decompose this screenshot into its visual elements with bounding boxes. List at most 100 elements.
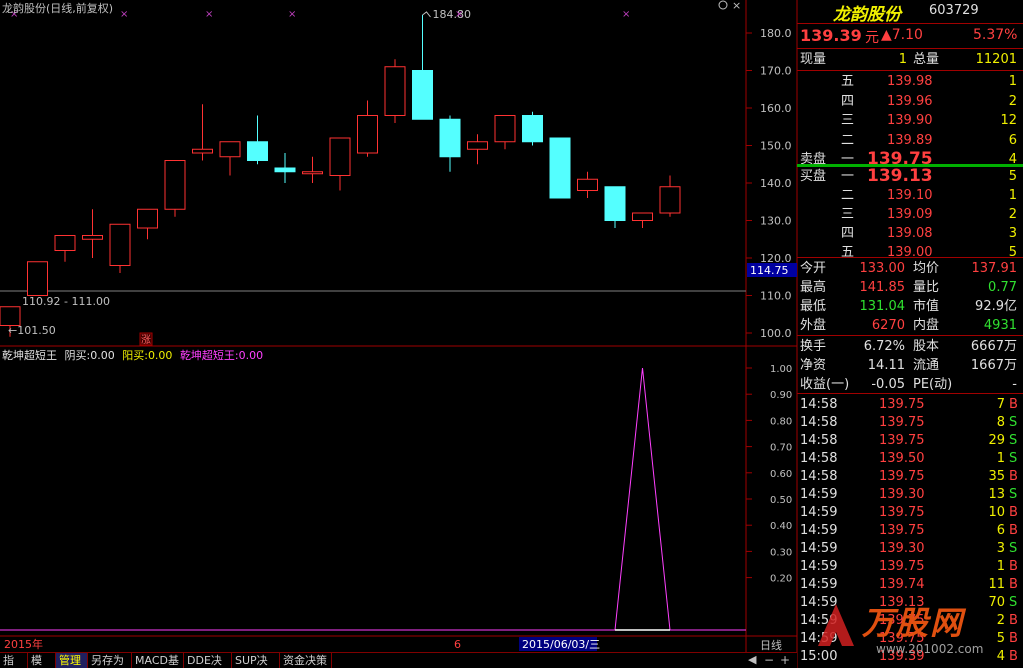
tick-row: 14:59 139.75 6 B xyxy=(797,521,1021,540)
tab-2[interactable]: 管理 xyxy=(56,653,88,668)
indicator-legend: 乾坤超短王 阴买:0.00 阳买:0.00 乾坤超短王:0.00 xyxy=(2,347,263,363)
tick-time: 14:58 xyxy=(800,433,838,448)
tab-0[interactable]: 指标 xyxy=(0,653,28,668)
indicator-name: 乾坤超短王 xyxy=(2,349,57,362)
tick-time: 14:59 xyxy=(800,505,838,520)
period-label[interactable]: 日线 xyxy=(760,637,782,653)
candle xyxy=(0,306,21,326)
stat-value: 6270 xyxy=(871,318,905,333)
tab-3[interactable]: 另存为 xyxy=(88,653,132,668)
tick-volume: 35 xyxy=(988,469,1005,484)
tick-volume: 3 xyxy=(996,541,1005,556)
stat-row: 最高 141.85 量比 0.77 xyxy=(797,278,1021,297)
tick-volume: 13 xyxy=(988,487,1005,502)
stat-value: 4931 xyxy=(983,318,1017,333)
scroll-left-icon[interactable]: ◀ xyxy=(748,653,756,666)
stat-label: 流通 xyxy=(913,358,940,373)
tick-price: 139.30 xyxy=(879,541,925,556)
stat-value: 131.04 xyxy=(859,299,906,314)
buy-price: 139.13 xyxy=(867,166,933,186)
tick-volume: 29 xyxy=(988,433,1005,448)
tick-side: S xyxy=(1009,541,1018,556)
stat-value: - xyxy=(1012,377,1017,392)
buy-volume: 2 xyxy=(1008,207,1017,222)
stat-label: 净资 xyxy=(800,358,827,373)
tick-price: 139.75 xyxy=(879,397,925,412)
buy-row: 二 139.10 1 xyxy=(797,186,1021,205)
zoom-out-icon[interactable]: − xyxy=(764,653,774,667)
marker-icon: × xyxy=(288,9,296,20)
range-annotation: 110.92 - 111.00 xyxy=(22,295,110,308)
marker-icon: × xyxy=(120,9,128,20)
sell-level-label: 四 xyxy=(841,93,855,109)
sell-volume: 2 xyxy=(1008,93,1017,109)
candle xyxy=(604,186,626,221)
stat-value: 1667万 xyxy=(970,358,1017,373)
stat-value: 6.72% xyxy=(863,339,905,354)
tick-side: B xyxy=(1009,397,1018,412)
sell-row: 三 139.90 12 xyxy=(797,111,1021,130)
sell-volume: 12 xyxy=(1000,113,1017,128)
buy-price: 139.08 xyxy=(887,226,933,241)
marker-icon: × xyxy=(455,9,463,20)
tick-price: 139.75 xyxy=(879,523,925,538)
tick-time: 14:58 xyxy=(800,451,838,466)
price-unit: 元 xyxy=(865,30,879,46)
tick-row: 14:58 139.75 29 S xyxy=(797,431,1021,450)
stat-value: 137.91 xyxy=(971,261,1018,276)
tick-time: 14:58 xyxy=(800,397,838,412)
stat-label: 今开 xyxy=(800,261,827,276)
candle xyxy=(659,186,681,214)
tab-1[interactable]: 模板 xyxy=(28,653,56,668)
buy-row: 三 139.09 2 xyxy=(797,205,1021,224)
tab-6[interactable]: SUP决策 xyxy=(232,653,280,668)
yin-label: 阴买: xyxy=(64,349,91,362)
ind-axis-label: 0.30 xyxy=(770,547,792,558)
sell-level-label: 五 xyxy=(841,74,855,89)
marker-icon: × xyxy=(205,9,213,20)
sell-row: 五 139.98 1 xyxy=(797,72,1021,91)
price-axis-label: 160.0 xyxy=(760,102,792,115)
stat-label: 量比 xyxy=(913,280,940,295)
stat2-row: 换手 6.72% 股本 6667万 xyxy=(797,337,1021,356)
stat-label: PE(动) xyxy=(913,377,953,392)
tick-row: 14:59 139.30 13 S xyxy=(797,485,1021,504)
tick-price: 139.30 xyxy=(879,487,925,502)
low-annotation: ←101.50 xyxy=(8,324,56,337)
stat-value: 0.77 xyxy=(988,280,1017,295)
candle xyxy=(192,148,213,154)
tick-row: 14:59 139.74 11 B xyxy=(797,575,1021,594)
zoom-in-icon[interactable]: + xyxy=(780,653,790,667)
ind-axis-label: 0.40 xyxy=(770,521,792,532)
restore-icon xyxy=(718,0,728,10)
tick-volume: 1 xyxy=(996,451,1005,466)
candle xyxy=(302,171,323,175)
x-axis-cursor-date: 2015/06/03/三 xyxy=(522,638,600,651)
stock-code: 603729 xyxy=(929,3,979,18)
tab-4[interactable]: MACD基本 xyxy=(132,653,184,668)
tick-price: 139.75 xyxy=(879,505,925,520)
price-axis-label: 140.0 xyxy=(760,177,792,190)
ind-axis-label: 1.00 xyxy=(770,364,792,375)
tick-volume: 10 xyxy=(988,505,1005,520)
candle xyxy=(467,141,488,150)
price-change: ▲7.10 xyxy=(881,27,923,43)
stat-label: 股本 xyxy=(913,339,940,354)
price-axis-label: 170.0 xyxy=(760,65,792,78)
tick-time: 14:59 xyxy=(800,541,838,556)
candle xyxy=(357,115,378,154)
high-annotation: 184.80 xyxy=(433,8,472,21)
tick-row: 14:58 139.50 1 S xyxy=(797,449,1021,468)
tick-row: 14:59 139.75 10 B xyxy=(797,503,1021,522)
sell-price: 139.89 xyxy=(887,132,933,148)
price-axis-label: 110.0 xyxy=(760,290,792,303)
stat-label: 均价 xyxy=(913,261,940,276)
tick-side: B xyxy=(1009,505,1018,520)
tick-row: 14:58 139.75 8 S xyxy=(797,413,1021,432)
tab-5[interactable]: DDE决策 xyxy=(184,653,232,668)
ind-axis-label: 0.50 xyxy=(770,495,792,506)
tick-volume: 11 xyxy=(988,577,1005,592)
tick-side: S xyxy=(1009,487,1018,502)
tab-7[interactable]: 资金决策 xyxy=(280,653,332,668)
stat-label: 最低 xyxy=(800,299,827,314)
